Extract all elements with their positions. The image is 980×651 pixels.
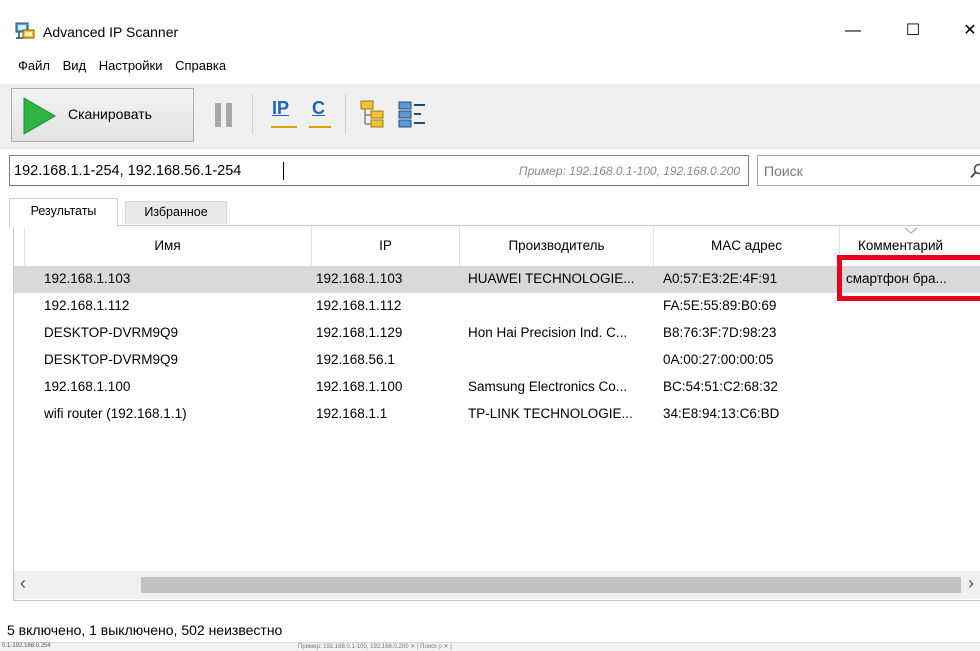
tab-favorites[interactable]: Избранное bbox=[125, 201, 227, 224]
table-row[interactable]: 192.168.1.103 192.168.1.103 HUAWEI TECHN… bbox=[14, 266, 980, 293]
cell-ip: 192.168.1.129 bbox=[316, 325, 402, 340]
cell-name: DESKTOP-DVRM9Q9 bbox=[44, 325, 178, 340]
table-row[interactable]: DESKTOP-DVRM9Q9 192.168.1.129 Hon Hai Pr… bbox=[14, 320, 980, 347]
results-table: Имя IP Производитель MAC адрес Комментар… bbox=[13, 225, 980, 601]
table-row[interactable]: DESKTOP-DVRM9Q9 192.168.56.1 0A:00:27:00… bbox=[14, 347, 980, 374]
c-subnet-icon: C bbox=[312, 98, 325, 119]
sort-indicator-icon bbox=[904, 227, 918, 235]
column-header-mac[interactable]: MAC адрес bbox=[654, 226, 840, 266]
cell-ip: 192.168.1.103 bbox=[316, 271, 402, 286]
column-header-vendor[interactable]: Производитель bbox=[460, 226, 654, 266]
tab-results[interactable]: Результаты bbox=[9, 198, 118, 227]
pause-icon[interactable] bbox=[214, 102, 234, 128]
cell-vendor: TP-LINK TECHNOLOGIE... bbox=[468, 406, 633, 421]
cell-ip: 192.168.1.1 bbox=[316, 406, 387, 421]
menu-settings[interactable]: Настройки bbox=[99, 58, 163, 73]
cell-mac: 0A:00:27:00:00:05 bbox=[663, 352, 773, 367]
network-computer-icon bbox=[15, 22, 35, 40]
title-bar: Advanced IP Scanner — ☐ ✕ bbox=[0, 0, 980, 60]
strip-range-text: 0.1-192.168.0.254 bbox=[2, 643, 51, 649]
table-row[interactable]: 192.168.1.112 192.168.1.112 FA:5E:55:89:… bbox=[14, 293, 980, 320]
ip-scan-underline bbox=[271, 126, 297, 128]
menu-help[interactable]: Справка bbox=[175, 58, 226, 73]
toolbar: Сканировать IP C bbox=[0, 84, 980, 149]
scan-button[interactable]: Сканировать bbox=[11, 88, 194, 142]
menu-bar: Файл Вид Настройки Справка bbox=[0, 58, 235, 80]
cell-name: 192.168.1.100 bbox=[44, 379, 130, 394]
table-row[interactable]: 192.168.1.100 192.168.1.100 Samsung Elec… bbox=[14, 374, 980, 401]
play-icon bbox=[22, 97, 56, 135]
menu-view[interactable]: Вид bbox=[63, 58, 87, 73]
c-subnet-underline bbox=[309, 126, 331, 128]
cell-vendor: Samsung Electronics Co... bbox=[468, 379, 627, 394]
cell-ip: 192.168.56.1 bbox=[316, 352, 395, 367]
cell-mac: A0:57:E3:2E:4F:91 bbox=[663, 271, 777, 286]
scrollbar-thumb[interactable] bbox=[141, 577, 961, 593]
search-field[interactable] bbox=[757, 155, 980, 186]
search-input[interactable] bbox=[764, 162, 944, 180]
ip-scan-icon: IP bbox=[272, 98, 289, 119]
cell-vendor: Hon Hai Precision Ind. C... bbox=[468, 325, 627, 340]
toolbar-separator bbox=[252, 94, 253, 134]
ip-scan-button[interactable]: IP bbox=[271, 96, 297, 134]
minimize-button[interactable]: — bbox=[838, 18, 868, 44]
ip-range-input[interactable] bbox=[14, 161, 454, 181]
scan-button-label: Сканировать bbox=[68, 106, 152, 122]
close-button[interactable]: ✕ bbox=[955, 18, 980, 44]
cell-mac: 34:E8:94:13:C6:BD bbox=[663, 406, 779, 421]
collapse-tree-icon[interactable] bbox=[398, 100, 426, 128]
expand-tree-icon[interactable] bbox=[360, 100, 386, 128]
menu-file[interactable]: Файл bbox=[18, 58, 50, 73]
scroll-right-icon[interactable]: › bbox=[968, 573, 974, 594]
table-row[interactable]: wifi router (192.168.1.1) 192.168.1.1 TP… bbox=[14, 401, 980, 428]
cell-name: 192.168.1.103 bbox=[44, 271, 130, 286]
cell-ip: 192.168.1.112 bbox=[316, 298, 401, 313]
cell-name: 192.168.1.112 bbox=[44, 298, 129, 313]
cell-mac: B8:76:3F:7D:98:23 bbox=[663, 325, 776, 340]
cell-mac: FA:5E:55:89:B0:69 bbox=[663, 298, 776, 313]
scroll-left-icon[interactable]: ‹ bbox=[20, 573, 26, 594]
strip-hint-text: Пример: 192.168.0.1-100, 192.168.0.200 ✕… bbox=[298, 643, 452, 650]
cell-name: DESKTOP-DVRM9Q9 bbox=[44, 352, 178, 367]
ip-range-hint: Пример: 192.168.0.1-100, 192.168.0.200 bbox=[519, 164, 740, 178]
column-header-name[interactable]: Имя bbox=[24, 226, 312, 266]
status-text: 5 включено, 1 выключено, 502 неизвестно bbox=[7, 622, 282, 638]
horizontal-scrollbar[interactable]: ‹ › bbox=[14, 571, 980, 599]
cell-ip: 192.168.1.100 bbox=[316, 379, 402, 394]
cell-mac: BC:54:51:C2:68:32 bbox=[663, 379, 778, 394]
highlight-box bbox=[837, 255, 980, 301]
text-caret bbox=[283, 162, 284, 180]
ip-range-field[interactable]: Пример: 192.168.0.1-100, 192.168.0.200 bbox=[9, 155, 749, 186]
toolbar-separator bbox=[345, 94, 346, 134]
c-subnet-button[interactable]: C bbox=[309, 96, 331, 134]
cell-vendor: HUAWEI TECHNOLOGIE... bbox=[468, 271, 635, 286]
maximize-button[interactable]: ☐ bbox=[898, 18, 928, 44]
search-icon[interactable] bbox=[970, 163, 980, 179]
column-header-ip[interactable]: IP bbox=[312, 226, 460, 266]
cell-name: wifi router (192.168.1.1) bbox=[44, 406, 187, 421]
window-title: Advanced IP Scanner bbox=[43, 24, 178, 40]
